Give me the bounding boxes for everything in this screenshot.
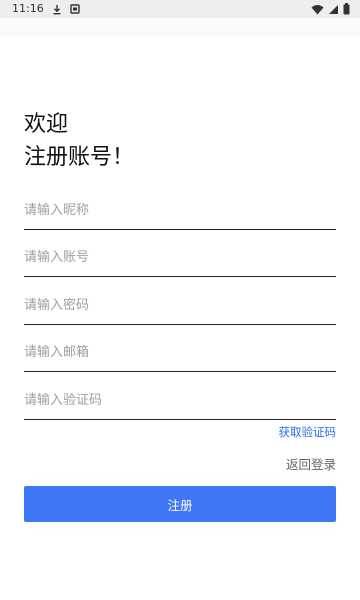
battery-icon: [343, 3, 350, 15]
account-field: [24, 231, 336, 277]
app-top-band: [0, 18, 360, 36]
signal-icon: [328, 4, 339, 15]
register-button[interactable]: 注册: [24, 486, 336, 522]
nickname-field: [24, 184, 336, 230]
page-title: 欢迎 注册账号！: [24, 108, 134, 174]
email-field: [24, 326, 336, 372]
register-screen: 11:16 欢迎 注册账号！ 请输入昵称 请输入账号 请输入邮箱 请输入验证码 …: [0, 0, 360, 600]
status-bar: 11:16: [0, 0, 360, 18]
verification-code-input[interactable]: [24, 389, 336, 411]
get-code-link[interactable]: 获取验证码: [279, 424, 337, 440]
verification-code-field: [24, 374, 336, 420]
status-time: 11:16: [12, 2, 44, 15]
title-line-welcome: 欢迎: [24, 112, 69, 137]
back-to-login-link[interactable]: 返回登录: [286, 454, 336, 473]
status-left: 11:16: [12, 2, 80, 16]
status-right: [311, 2, 350, 16]
password-input[interactable]: [24, 294, 336, 316]
nickname-input[interactable]: [24, 199, 336, 221]
download-icon: [52, 4, 62, 15]
wifi-icon: [311, 4, 324, 15]
account-input[interactable]: [24, 246, 336, 268]
notification-icon: [70, 4, 80, 14]
password-field: [24, 279, 336, 325]
title-line-register: 注册账号！: [24, 145, 135, 170]
email-input[interactable]: [24, 341, 336, 363]
